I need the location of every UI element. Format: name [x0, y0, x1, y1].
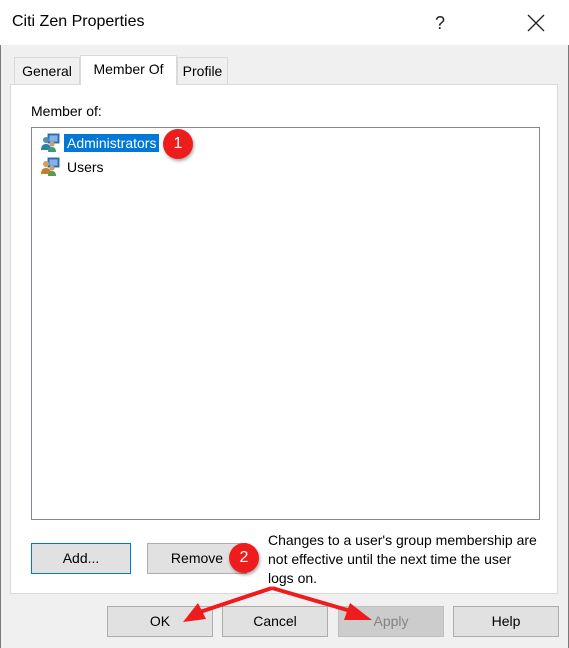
annotation-badge-2: 2: [229, 543, 259, 573]
list-item-administrators[interactable]: Administrators: [40, 133, 160, 153]
add-button[interactable]: Add...: [31, 543, 131, 574]
annotation-badge-1: 1: [163, 129, 193, 159]
title-bar: Citi Zen Properties ?: [0, 0, 569, 45]
group-icon: [40, 133, 60, 153]
close-button[interactable]: [516, 8, 556, 38]
cancel-button[interactable]: Cancel: [222, 606, 328, 637]
window-border: [0, 0, 1, 648]
membership-note: Changes to a user's group membership are…: [268, 532, 537, 586]
help-button[interactable]: ?: [420, 8, 460, 38]
group-icon: [40, 157, 60, 177]
window-title: Citi Zen Properties: [12, 13, 145, 30]
tab-member-of[interactable]: Member Of: [80, 55, 177, 85]
groups-listbox[interactable]: Administrators Users: [31, 127, 540, 520]
help-button-footer[interactable]: Help: [453, 606, 559, 637]
member-of-label: Member of:: [31, 103, 102, 119]
group-name: Users: [67, 159, 104, 175]
apply-button[interactable]: Apply: [338, 606, 444, 637]
ok-button[interactable]: OK: [107, 606, 213, 637]
tab-general[interactable]: General: [14, 57, 80, 84]
group-name: Administrators: [64, 134, 160, 152]
close-icon: [527, 14, 545, 32]
tab-profile[interactable]: Profile: [177, 57, 228, 84]
list-item-users[interactable]: Users: [40, 157, 107, 177]
